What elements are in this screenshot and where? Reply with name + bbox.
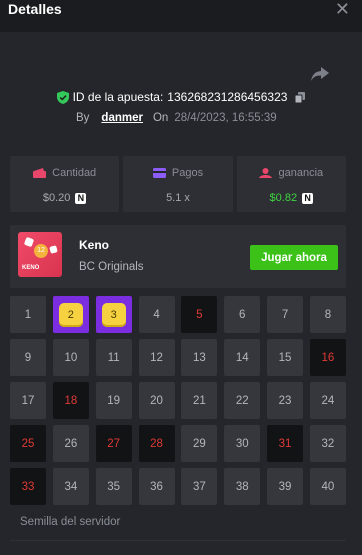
keno-cell[interactable]: 26	[52, 425, 89, 462]
stat-payout-value: 5.1 x	[166, 192, 190, 204]
keno-hit-marker: 2	[58, 302, 83, 327]
keno-cell[interactable]: 29	[181, 425, 218, 462]
copy-icon[interactable]	[295, 91, 306, 103]
keno-cell[interactable]: 32	[309, 425, 346, 462]
keno-cell[interactable]: 1	[10, 296, 46, 333]
stat-amount-value: $0.20	[42, 192, 71, 204]
dice-icon	[49, 245, 58, 254]
modal-header: Detalles ✕	[0, 0, 362, 32]
keno-cell[interactable]: 20	[138, 382, 175, 419]
keno-cell[interactable]: 6	[224, 296, 261, 333]
keno-cell[interactable]: 18	[52, 382, 89, 419]
share-icon[interactable]	[311, 67, 329, 81]
keno-cell[interactable]: 7	[267, 296, 304, 333]
keno-cell[interactable]: 21	[181, 382, 218, 419]
currency-icon: N	[302, 192, 314, 204]
bet-meta-row: By danmer On 28/4/2023, 16:55:39	[76, 112, 277, 124]
bet-id-value: 136268231286456323	[167, 90, 288, 104]
keno-cell[interactable]: 27	[95, 425, 132, 462]
keno-hit-marker: 3	[101, 302, 126, 327]
keno-cell[interactable]: 12	[138, 339, 175, 376]
bet-stats: Cantidad $0.20 N Pagos 5.1 x ganancia $0…	[10, 156, 346, 212]
modal-title: Detalles	[8, 1, 62, 17]
on-label: On	[152, 112, 169, 124]
stat-amount-label: Cantidad	[52, 167, 97, 179]
stat-payout-label: Pagos	[171, 167, 204, 179]
keno-cell[interactable]: 22	[224, 382, 261, 419]
stat-payout: Pagos 5.1 x	[123, 156, 233, 212]
bet-id-label: ID de la apuesta:	[72, 90, 164, 104]
game-provider: BC Originals	[79, 261, 144, 273]
keno-cell[interactable]: 17	[10, 382, 46, 419]
username-link[interactable]: danmer	[101, 112, 143, 124]
keno-cell[interactable]: 10	[52, 339, 89, 376]
keno-cell[interactable]: 3	[95, 296, 132, 333]
keno-cell[interactable]: 16	[309, 339, 346, 376]
server-seed-label: Semilla del servidor	[20, 516, 121, 528]
keno-cell[interactable]: 40	[309, 468, 346, 505]
keno-cell[interactable]: 19	[95, 382, 132, 419]
play-now-button[interactable]: Jugar ahora	[250, 245, 338, 270]
keno-cell[interactable]: 36	[138, 468, 175, 505]
close-icon[interactable]: ✕	[335, 0, 350, 18]
keno-cell[interactable]: 14	[224, 339, 261, 376]
user-coin-icon	[259, 168, 273, 178]
game-card: 12 KENO Keno BC Originals Jugar ahora	[10, 225, 346, 288]
keno-cell[interactable]: 38	[224, 468, 261, 505]
keno-cell[interactable]: 34	[52, 468, 89, 505]
by-label: By	[76, 112, 90, 124]
stat-profit-label: ganancia	[278, 167, 324, 179]
stat-amount: Cantidad $0.20 N	[10, 156, 120, 212]
keno-cell[interactable]: 24	[309, 382, 346, 419]
keno-cell[interactable]: 13	[181, 339, 218, 376]
bet-date: 28/4/2023, 16:55:39	[174, 112, 277, 124]
stat-profit: ganancia $0.82 N	[236, 156, 346, 212]
keno-cell[interactable]: 15	[267, 339, 304, 376]
keno-cell[interactable]: 37	[181, 468, 218, 505]
keno-cell[interactable]: 4	[138, 296, 175, 333]
keno-thumbnail[interactable]: 12 KENO	[18, 232, 62, 277]
keno-cell[interactable]: 11	[95, 339, 132, 376]
bet-id-row: ID de la apuesta: 136268231286456323	[0, 90, 362, 104]
keno-cell[interactable]: 25	[10, 425, 46, 462]
keno-cell[interactable]: 5	[181, 296, 218, 333]
keno-cell[interactable]: 39	[267, 468, 304, 505]
keno-cell[interactable]: 8	[309, 296, 346, 333]
wallet-icon	[33, 168, 47, 178]
keno-cell[interactable]: 35	[95, 468, 132, 505]
game-name: Keno	[79, 238, 109, 252]
card-icon	[152, 168, 166, 178]
stat-profit-value: $0.82	[269, 192, 298, 204]
thumb-ball: 12	[34, 244, 48, 258]
keno-cell[interactable]: 28	[138, 425, 175, 462]
keno-cell[interactable]: 33	[10, 468, 46, 505]
dice-icon	[23, 236, 35, 248]
divider	[10, 540, 346, 541]
keno-cell[interactable]: 9	[10, 339, 46, 376]
keno-cell[interactable]: 23	[267, 382, 304, 419]
keno-cell[interactable]: 30	[224, 425, 261, 462]
keno-cell[interactable]: 2	[52, 296, 89, 333]
keno-grid: 1 2 3 4 5 6 7 8 9 10 11 12 13 14 15 16 17 18 19 20 21 22 23 24 2…	[10, 296, 346, 505]
keno-cell[interactable]: 31	[267, 425, 304, 462]
shield-check-icon	[56, 90, 69, 104]
thumb-logo-text: KENO	[22, 265, 40, 271]
currency-icon: N	[75, 192, 87, 204]
